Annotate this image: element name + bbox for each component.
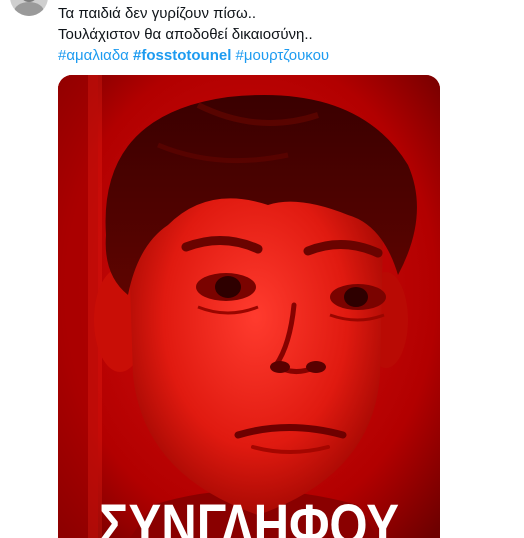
tweet-photo[interactable]: ΣΥΝΓΛΗΦΟΥ (58, 75, 440, 538)
tweet-text-line-1: Τα παιδιά δεν γυρίζουν πίσω.. (58, 5, 257, 22)
avatar[interactable] (10, 0, 48, 16)
tweet-text-line-2: Τουλάχιστον θα αποδοθεί δικαιοσύνη.. (58, 26, 313, 43)
image-overlay-text: ΣΥΝΓΛΗΦΟΥ (99, 493, 399, 538)
hashtag-fosstotounel[interactable]: #fosstotounel (133, 47, 231, 64)
hashtag-line: #αμαλιαδα #fosstotounel #μουρτζουκου (58, 45, 508, 66)
tweet: Τα παιδιά δεν γυρίζουν πίσω.. Τουλάχιστο… (0, 0, 524, 538)
boy-portrait-image: ΣΥΝΓΛΗΦΟΥ (58, 75, 440, 538)
hashtag-amaliada[interactable]: #αμαλιαδα (58, 47, 129, 64)
hashtag-mourtzoukou[interactable]: #μουρτζουκου (236, 47, 330, 64)
tweet-content: Τα παιδιά δεν γυρίζουν πίσω.. Τουλάχιστο… (58, 3, 508, 66)
